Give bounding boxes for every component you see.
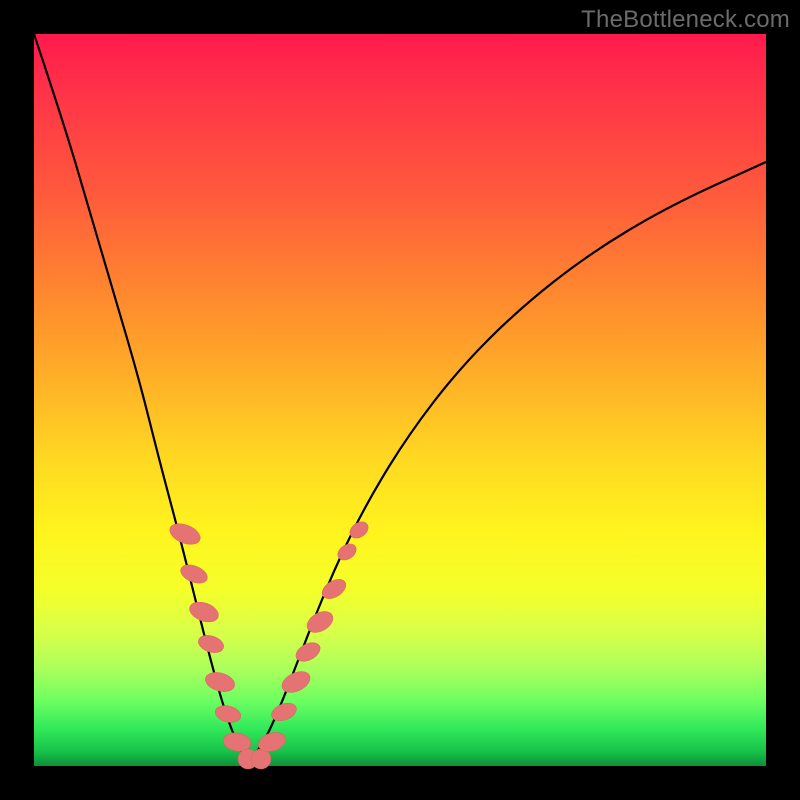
bead-marker [167,520,203,549]
chart-frame: TheBottleneck.com [0,0,800,800]
bead-marker [196,632,226,655]
bead-marker [279,667,314,696]
bead-marker [251,749,271,769]
bead-marker [203,669,237,695]
bead-marker [213,703,242,725]
bead-marker [178,561,210,586]
watermark-text: TheBottleneck.com [581,6,790,34]
curve-left-branch [34,34,249,762]
chart-overlay [34,34,766,766]
curve-right-branch [249,162,766,762]
bead-marker [187,598,221,625]
